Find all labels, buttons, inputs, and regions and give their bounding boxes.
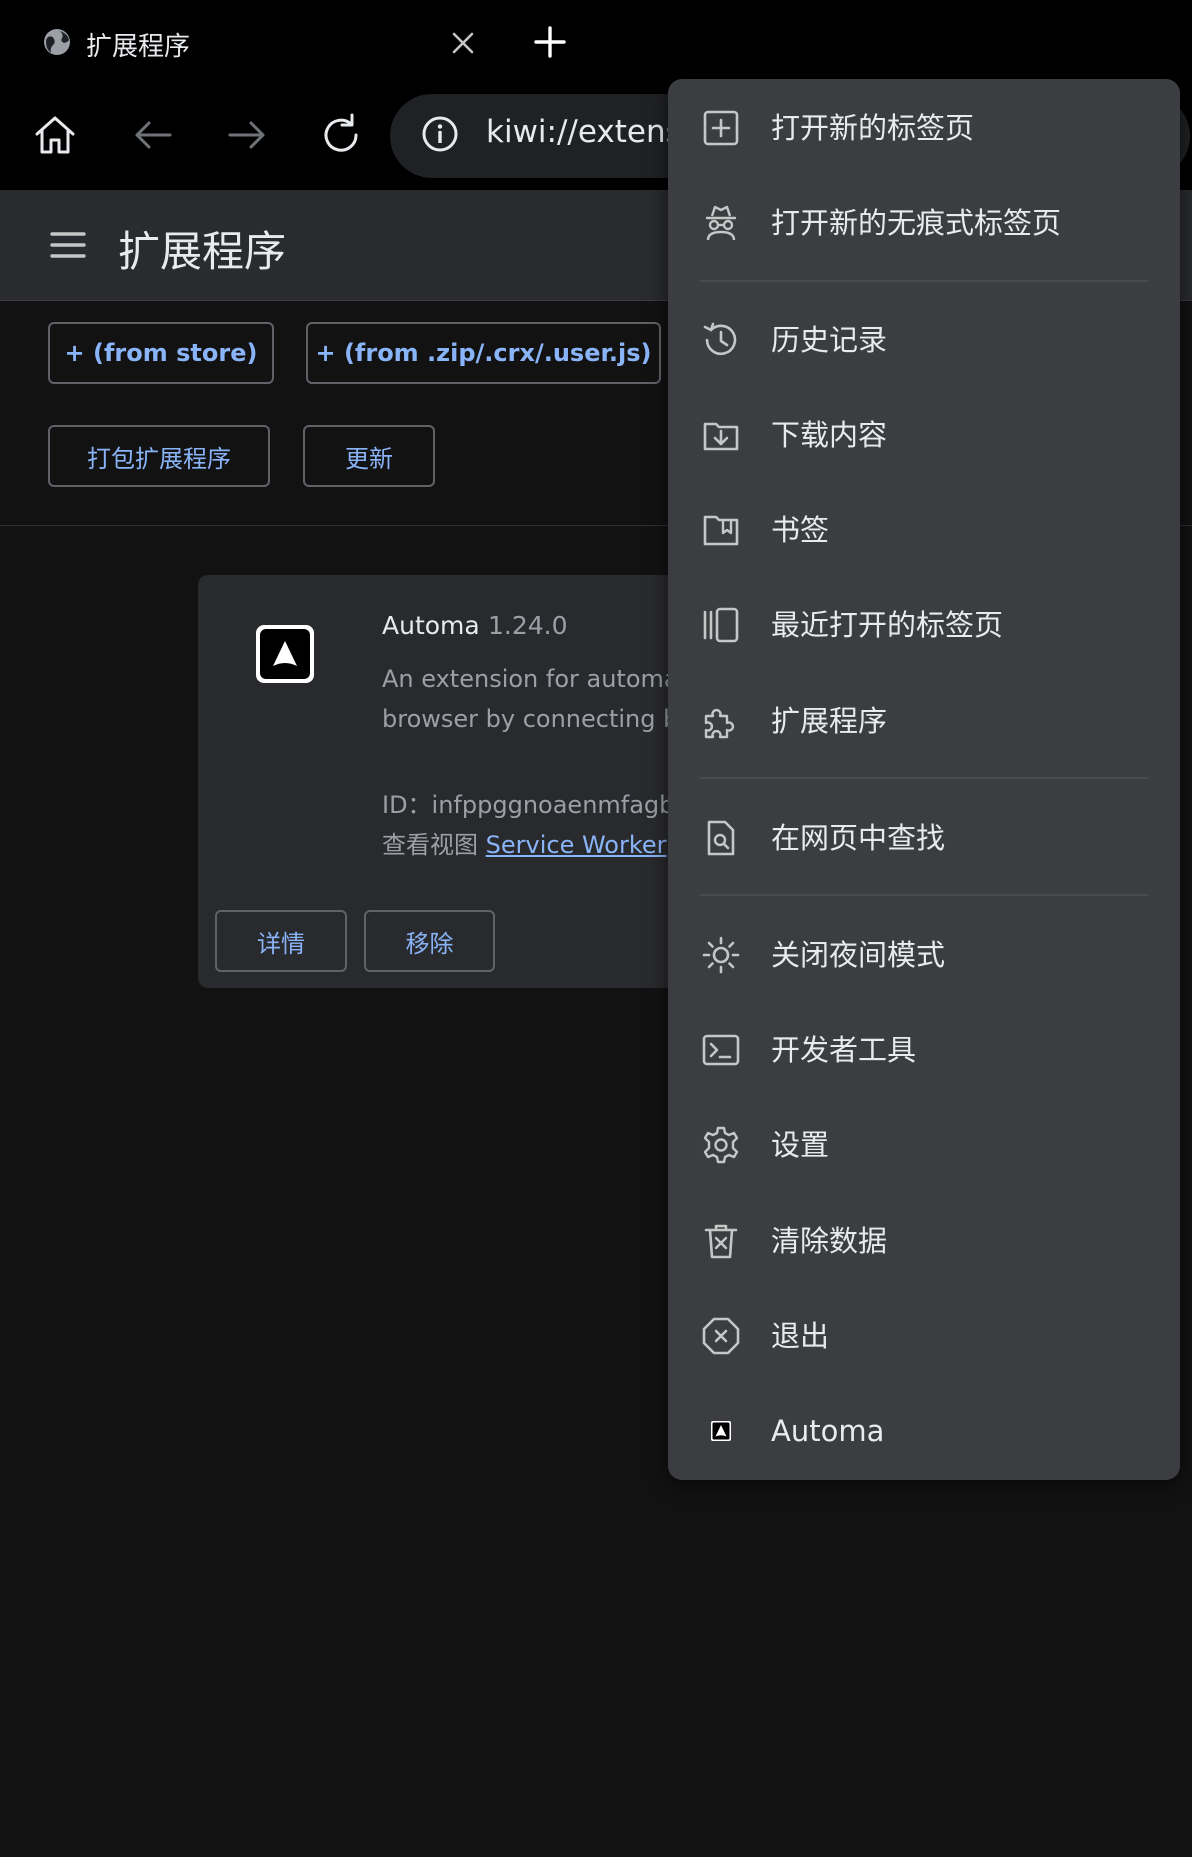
- menu-item-new-tab[interactable]: 打开新的标签页: [668, 88, 1180, 168]
- menu-item-automa[interactable]: Automa: [668, 1391, 1180, 1471]
- details-button[interactable]: 详情: [215, 910, 347, 972]
- menu-item-label: 打开新的无痕式标签页: [771, 206, 1062, 240]
- menu-item-label: 下载内容: [771, 418, 888, 452]
- exit-icon: [702, 1317, 740, 1355]
- automa-logo-icon: [256, 625, 314, 683]
- menu-separator: [700, 894, 1148, 896]
- plus-icon[interactable]: [532, 24, 568, 60]
- gear-icon: [702, 1126, 740, 1164]
- menu-item-night-mode[interactable]: 关闭夜间模式: [668, 915, 1180, 995]
- terminal-icon: [702, 1031, 740, 1069]
- menu-item-label: 在网页中查找: [771, 821, 946, 855]
- menu-item-developer-tools[interactable]: 开发者工具: [668, 1010, 1180, 1090]
- sun-icon: [702, 936, 740, 974]
- globe-icon: [42, 27, 72, 57]
- menu-item-incognito[interactable]: 打开新的无痕式标签页: [668, 183, 1180, 263]
- menu-item-history[interactable]: 历史记录: [668, 300, 1180, 380]
- downloads-icon: [702, 416, 740, 454]
- bookmarks-icon: [702, 511, 740, 549]
- hamburger-menu-icon[interactable]: [50, 230, 86, 260]
- back-arrow-icon[interactable]: [130, 112, 176, 158]
- forward-arrow-icon[interactable]: [224, 112, 270, 158]
- extension-views: 查看视图 Service Worker: [382, 825, 667, 860]
- extensions-icon: [702, 702, 740, 740]
- menu-item-find-in-page[interactable]: 在网页中查找: [668, 798, 1180, 878]
- menu-item-label: Automa: [771, 1414, 885, 1448]
- tab-strip: 扩展程序: [0, 0, 1192, 88]
- menu-item-exit[interactable]: 退出: [668, 1296, 1180, 1376]
- overflow-menu: 打开新的标签页 打开新的无痕式标签页 历史记录 下载内容 书签 最近打开的标签页: [668, 79, 1180, 1480]
- menu-item-label: 历史记录: [771, 323, 888, 357]
- menu-item-recent-tabs[interactable]: 最近打开的标签页: [668, 585, 1180, 665]
- recent-tabs-icon: [702, 606, 740, 644]
- history-icon: [702, 321, 740, 359]
- add-from-file-button[interactable]: + (from .zip/.crx/.user.js): [306, 322, 661, 384]
- automa-icon: [702, 1412, 740, 1450]
- pack-extension-button[interactable]: 打包扩展程序: [48, 425, 270, 487]
- trash-icon: [702, 1222, 740, 1260]
- menu-item-bookmarks[interactable]: 书签: [668, 490, 1180, 570]
- menu-item-label: 扩展程序: [771, 704, 888, 738]
- reload-icon[interactable]: [318, 112, 364, 158]
- home-icon[interactable]: [32, 112, 78, 158]
- menu-item-label: 退出: [771, 1319, 830, 1353]
- page-title: 扩展程序: [118, 227, 287, 276]
- update-button[interactable]: 更新: [303, 425, 435, 487]
- service-worker-link[interactable]: Service Worker: [486, 831, 667, 859]
- menu-item-label: 开发者工具: [771, 1033, 917, 1067]
- menu-item-downloads[interactable]: 下载内容: [668, 395, 1180, 475]
- menu-item-label: 书签: [771, 513, 830, 547]
- menu-item-extensions[interactable]: 扩展程序: [668, 681, 1180, 761]
- menu-item-label: 关闭夜间模式: [771, 938, 946, 972]
- menu-item-label: 打开新的标签页: [771, 111, 975, 145]
- info-icon[interactable]: [420, 114, 460, 154]
- extension-name: Automa: [382, 611, 480, 640]
- find-in-page-icon: [702, 819, 740, 857]
- menu-item-label: 最近打开的标签页: [771, 608, 1004, 642]
- menu-separator: [700, 777, 1148, 779]
- add-from-store-button[interactable]: + (from store): [48, 322, 274, 384]
- close-icon[interactable]: [448, 28, 478, 58]
- incognito-icon: [702, 204, 740, 242]
- tab-title: 扩展程序: [86, 32, 191, 62]
- menu-item-settings[interactable]: 设置: [668, 1105, 1180, 1185]
- menu-item-label: 设置: [771, 1128, 830, 1162]
- new-tab-icon: [702, 109, 740, 147]
- menu-separator: [700, 280, 1148, 282]
- extension-version: 1.24.0: [488, 611, 568, 640]
- menu-item-label: 清除数据: [771, 1224, 888, 1258]
- remove-button[interactable]: 移除: [364, 910, 495, 972]
- menu-item-clear-data[interactable]: 清除数据: [668, 1201, 1180, 1281]
- views-label: 查看视图: [382, 831, 478, 859]
- tab-extensions[interactable]: 扩展程序: [0, 0, 490, 88]
